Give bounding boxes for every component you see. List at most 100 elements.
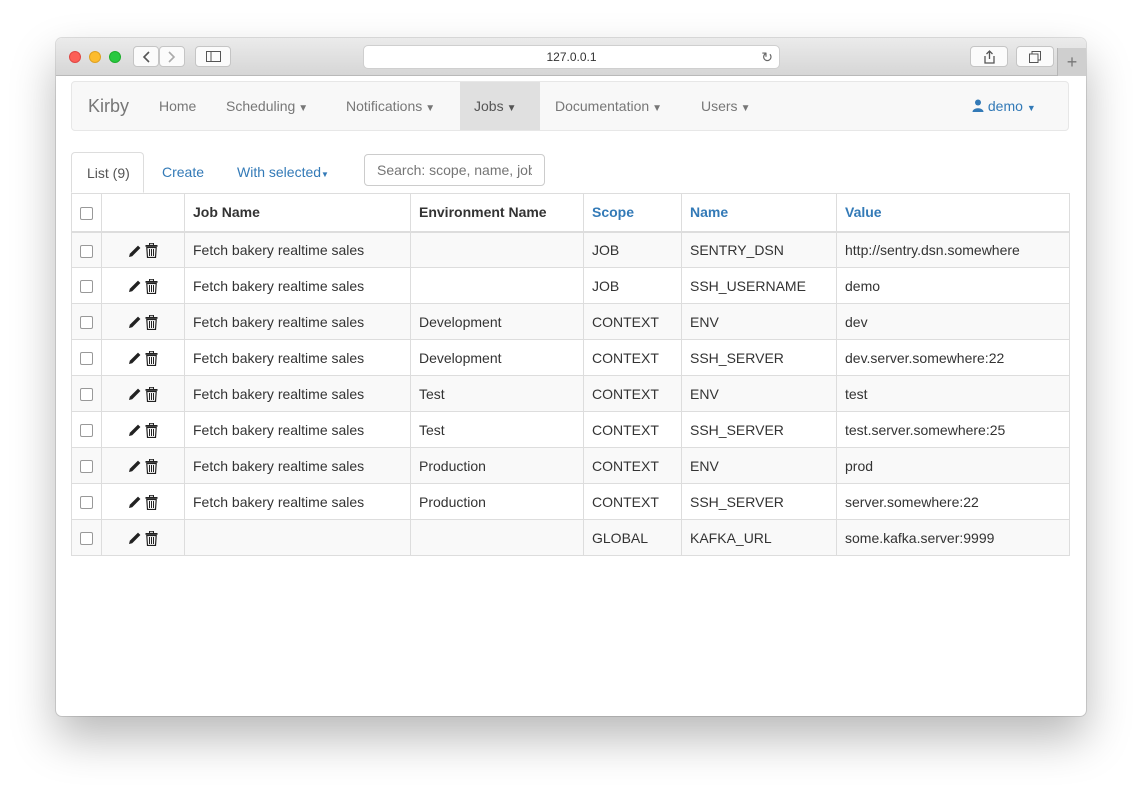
pencil-icon[interactable] [128,495,142,509]
row-actions-cell [101,519,185,556]
new-tab-button[interactable]: + [1057,48,1086,76]
nav-scheduling[interactable]: Scheduling ▼ [226,82,308,130]
share-icon [983,49,995,64]
back-icon [142,50,150,63]
trash-icon[interactable] [145,422,158,438]
nav-users-label: Users [701,98,738,114]
row-checkbox[interactable] [80,496,93,510]
job-name-cell: Fetch bakery realtime sales [184,267,411,304]
nav-home[interactable]: Home [159,82,196,130]
user-menu[interactable]: demo ▼ [972,82,1036,130]
scope-cell: CONTEXT [583,483,682,520]
nav-users[interactable]: Users ▼ [701,82,750,130]
name-cell: SENTRY_DSN [681,231,837,268]
pencil-icon[interactable] [128,244,142,258]
scope-cell: JOB [583,231,682,268]
job-name-cell: Fetch bakery realtime sales [184,303,411,340]
pencil-icon[interactable] [128,279,142,293]
scope-cell: CONTEXT [583,339,682,376]
forward-button[interactable] [159,46,185,67]
scope-cell: CONTEXT [583,303,682,340]
value-header[interactable]: Value [836,193,1070,233]
tabs-button[interactable] [1016,46,1054,67]
nav-jobs[interactable]: Jobs ▼ [460,82,540,130]
row-actions-cell [101,411,185,448]
environment-name-cell: Test [410,411,584,448]
close-window-button[interactable] [69,51,81,63]
scope-header[interactable]: Scope [583,193,682,233]
row-checkbox[interactable] [80,316,93,330]
chevron-down-icon: ▼ [740,103,751,114]
row-checkbox[interactable] [80,352,93,366]
search-input[interactable] [364,154,545,186]
pencil-icon[interactable] [128,423,142,437]
trash-icon[interactable] [145,278,158,294]
trash-icon[interactable] [145,314,158,330]
trash-icon[interactable] [145,494,158,510]
pencil-icon[interactable] [128,459,142,473]
environment-name-cell: Test [410,375,584,412]
row-actions-cell [101,375,185,412]
nav-documentation[interactable]: Documentation ▼ [555,82,662,130]
name-cell: SSH_SERVER [681,411,837,448]
row-checkbox[interactable] [80,244,93,258]
reload-icon[interactable]: ↻ [761,46,773,68]
pencil-icon[interactable] [128,531,142,545]
pencil-icon[interactable] [128,351,142,365]
trash-icon[interactable] [145,458,158,474]
table-row: Fetch bakery realtime sales Production C… [71,483,1070,520]
address-bar[interactable]: 127.0.0.1 ↻ [363,45,780,69]
scope-cell: CONTEXT [583,375,682,412]
actions-header [101,193,185,233]
sidebar-button[interactable] [195,46,231,67]
pencil-icon[interactable] [128,315,142,329]
row-checkbox[interactable] [80,424,93,438]
row-checkbox[interactable] [80,532,93,546]
table-row: Fetch bakery realtime sales Test CONTEXT… [71,375,1070,412]
caret-down-icon: ▼ [321,170,329,179]
tab-list[interactable]: List (9) [71,152,144,193]
tab-create[interactable]: Create [162,152,204,193]
pencil-icon[interactable] [128,387,142,401]
select-all-checkbox[interactable] [80,207,93,221]
row-checkbox[interactable] [80,460,93,474]
environment-name-cell: Production [410,447,584,484]
back-button[interactable] [133,46,159,67]
url-text: 127.0.0.1 [546,50,597,64]
value-cell: test [836,375,1070,412]
brand-link[interactable]: Kirby [88,82,129,130]
value-cell: prod [836,447,1070,484]
row-checkbox[interactable] [80,280,93,294]
maximize-window-button[interactable] [109,51,121,63]
nav-jobs-label: Jobs [474,98,504,114]
tab-with-selected[interactable]: With selected▼ [237,152,329,193]
job-name-header: Job Name [184,193,411,233]
name-cell: KAFKA_URL [681,519,837,556]
chevron-down-icon: ▼ [298,103,309,114]
minimize-window-button[interactable] [89,51,101,63]
table-body: Fetch bakery realtime sales JOB SENTRY_D… [71,231,1070,556]
trash-icon[interactable] [145,243,158,259]
row-checkbox[interactable] [80,388,93,402]
row-select-cell [71,483,102,520]
nav-notifications-label: Notifications [346,98,423,114]
trash-icon[interactable] [145,350,158,366]
nav-notifications[interactable]: Notifications ▼ [346,82,435,130]
job-name-cell: Fetch bakery realtime sales [184,339,411,376]
row-select-cell [71,267,102,304]
row-actions-cell [101,303,185,340]
scope-cell: CONTEXT [583,411,682,448]
table-row: Fetch bakery realtime sales Production C… [71,447,1070,484]
table-row: Fetch bakery realtime sales JOB SENTRY_D… [71,231,1070,268]
job-name-cell: Fetch bakery realtime sales [184,231,411,268]
table-row: GLOBAL KAFKA_URL some.kafka.server:9999 [71,519,1070,556]
environment-name-cell [410,231,584,268]
value-cell: server.somewhere:22 [836,483,1070,520]
trash-icon[interactable] [145,386,158,402]
share-button[interactable] [970,46,1008,67]
tab-with-selected-label: With selected [237,164,322,180]
trash-icon[interactable] [145,530,158,546]
row-select-cell [71,231,102,268]
row-select-cell [71,411,102,448]
name-header[interactable]: Name [681,193,837,233]
